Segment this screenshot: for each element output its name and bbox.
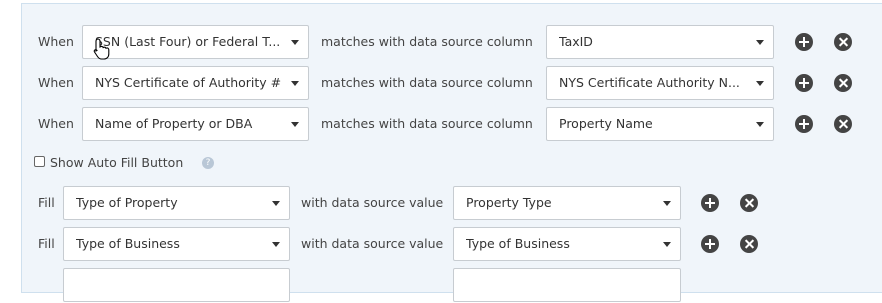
- caret-down-icon: [756, 40, 764, 45]
- times-circle-icon[interactable]: [834, 115, 852, 133]
- form-field-select[interactable]: NYS Certificate of Authority #: [82, 66, 309, 100]
- hand-pointer-cursor-icon: [93, 38, 110, 60]
- data-source-column-select[interactable]: Property Name: [546, 107, 774, 141]
- data-source-value-select[interactable]: Type of Business: [453, 227, 681, 261]
- fill-field-select[interactable]: Type of Business: [63, 227, 290, 261]
- form-field-select[interactable]: Name of Property or DBA: [82, 107, 309, 141]
- show-auto-fill-checkbox[interactable]: [34, 156, 45, 167]
- caret-down-icon: [756, 122, 764, 127]
- form-field-select[interactable]: SSN (Last Four) or Federal T...: [82, 25, 309, 59]
- data-source-value-select[interactable]: [453, 268, 681, 302]
- mapping-row-3: When Name of Property or DBA matches wit…: [22, 106, 882, 142]
- times-circle-icon[interactable]: [834, 33, 852, 51]
- mapping-row-2: When NYS Certificate of Authority # matc…: [22, 65, 882, 101]
- when-label: When: [38, 116, 74, 131]
- data-source-value-select[interactable]: Property Type: [453, 186, 681, 220]
- mapping-row-1: When SSN (Last Four) or Federal T... mat…: [22, 24, 882, 60]
- caret-down-icon: [291, 81, 299, 86]
- plus-circle-icon[interactable]: [795, 115, 813, 133]
- when-label: When: [38, 34, 74, 49]
- caret-down-icon: [291, 40, 299, 45]
- fill-row-1: Fill Type of Property with data source v…: [22, 185, 882, 221]
- connector-text: matches with data source column: [321, 116, 533, 131]
- data-source-column-select[interactable]: TaxID: [546, 25, 774, 59]
- when-label: When: [38, 75, 74, 90]
- fill-field-select[interactable]: [63, 268, 290, 302]
- data-source-column-select[interactable]: NYS Certificate Authority N...: [546, 66, 774, 100]
- plus-circle-icon[interactable]: [795, 74, 813, 92]
- caret-down-icon: [272, 242, 280, 247]
- question-circle-icon[interactable]: ?: [202, 157, 214, 169]
- caret-down-icon: [272, 201, 280, 206]
- mapping-panel: When SSN (Last Four) or Federal T... mat…: [21, 3, 882, 302]
- times-circle-icon[interactable]: [740, 194, 758, 212]
- plus-circle-icon[interactable]: [701, 194, 719, 212]
- fill-field-select[interactable]: Type of Property: [63, 186, 290, 220]
- plus-circle-icon[interactable]: [795, 33, 813, 51]
- caret-down-icon: [291, 122, 299, 127]
- times-circle-icon[interactable]: [740, 235, 758, 253]
- caret-down-icon: [756, 81, 764, 86]
- fill-connector-text: with data source value: [301, 195, 444, 210]
- fill-label: Fill: [38, 236, 55, 251]
- connector-text: matches with data source column: [321, 34, 533, 49]
- times-circle-icon[interactable]: [834, 74, 852, 92]
- fill-row-3: [22, 267, 882, 303]
- caret-down-icon: [663, 201, 671, 206]
- connector-text: matches with data source column: [321, 75, 533, 90]
- plus-circle-icon[interactable]: [701, 235, 719, 253]
- fill-row-2: Fill Type of Business with data source v…: [22, 226, 882, 262]
- caret-down-icon: [663, 242, 671, 247]
- fill-connector-text: with data source value: [301, 236, 444, 251]
- show-auto-fill-label: Show Auto Fill Button: [50, 155, 184, 170]
- fill-label: Fill: [38, 195, 55, 210]
